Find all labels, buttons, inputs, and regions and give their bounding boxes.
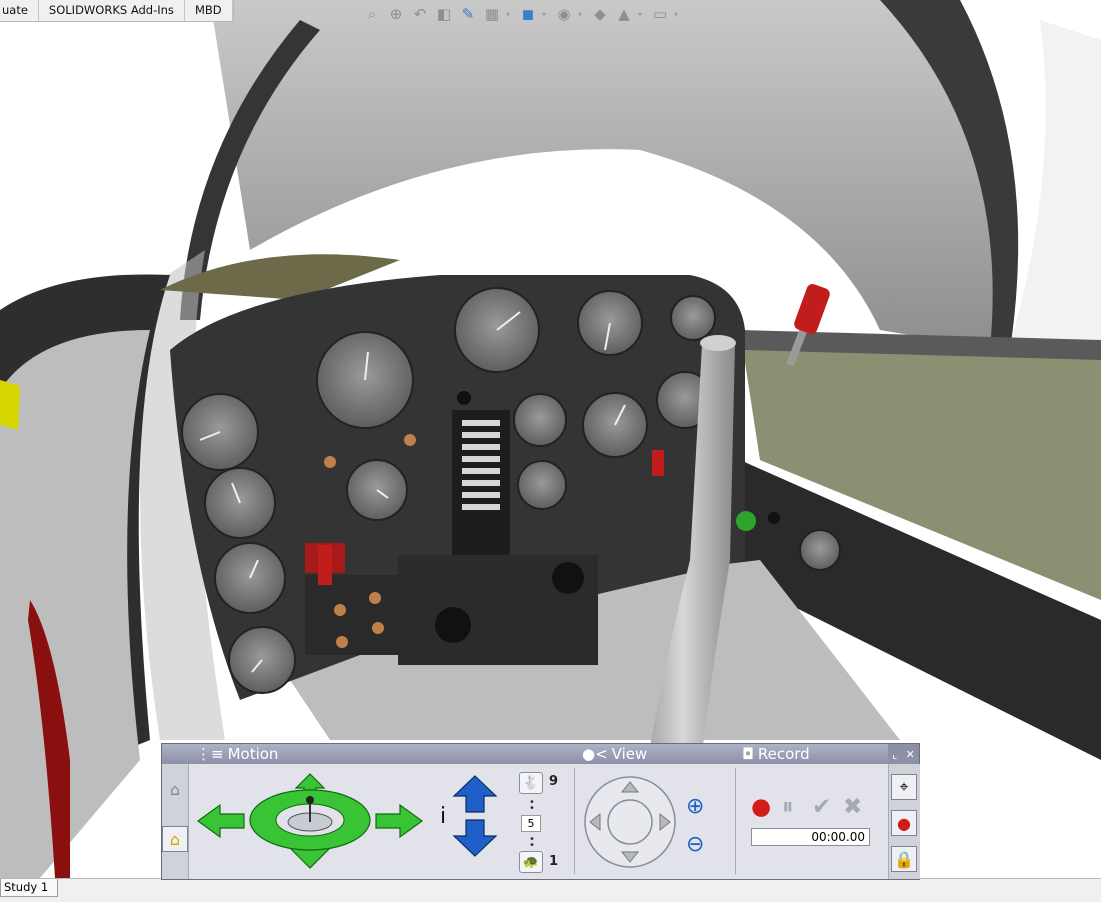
- speed-value-field[interactable]: 5: [521, 815, 541, 832]
- speed-fast-button[interactable]: 🐇: [519, 772, 543, 794]
- separator: [735, 768, 736, 874]
- speed-dots-top: • •: [529, 797, 535, 814]
- motion-section-header: ⋮≡ Motion: [196, 744, 278, 764]
- move-down-arrow-icon[interactable]: [452, 819, 498, 857]
- record-indicator-icon[interactable]: ●: [891, 810, 917, 836]
- view-label: View: [611, 745, 648, 763]
- section-view-icon[interactable]: ◧: [434, 3, 454, 25]
- motion-icon: ⋮≡: [196, 745, 224, 763]
- tab-mbd[interactable]: MBD: [185, 0, 233, 21]
- walk-through-panel: ⋮≡ Motion ●< View ◘ Record ⌞ ✕ ⌂ ⌂ i 🐇 9…: [161, 743, 920, 880]
- left-tool-strip: ⌂ ⌂: [162, 764, 189, 879]
- display-style-icon[interactable]: ◼: [518, 3, 538, 25]
- lock-icon[interactable]: 🔒: [891, 846, 917, 872]
- rabbit-icon: 🐇: [522, 775, 540, 791]
- motion-controls: [196, 773, 424, 869]
- record-icon: ◘: [742, 745, 754, 763]
- elevation-controls: [452, 775, 498, 857]
- view-orientation-icon[interactable]: ▦: [482, 3, 502, 25]
- hide-show-items-icon[interactable]: ◉: [554, 3, 574, 25]
- zoom-area-icon[interactable]: ⊕: [386, 3, 406, 25]
- turn-left-arrow-icon[interactable]: [196, 803, 245, 839]
- chevron-down-icon[interactable]: ▾: [578, 10, 582, 19]
- accept-button[interactable]: ✔: [812, 794, 831, 820]
- tab-evaluate[interactable]: uate: [0, 0, 39, 21]
- right-tool-strip: ⌖ ● 🔒: [888, 764, 920, 879]
- chevron-down-icon[interactable]: ▾: [506, 10, 510, 19]
- panel-body: ⌂ ⌂ i 🐇 9 • • 5 • • 🐢 1 ⊕ ⊖ ● ⏸ ✔ ✖ 00:0…: [162, 764, 888, 879]
- turn-right-arrow-icon[interactable]: [375, 803, 424, 839]
- record-button[interactable]: ●: [751, 794, 771, 820]
- move-up-arrow-icon[interactable]: [452, 775, 498, 813]
- zoom-out-icon[interactable]: ⊖: [686, 832, 704, 857]
- speed-dots-bottom: • •: [529, 834, 535, 851]
- dynamic-annotation-icon[interactable]: ✎: [458, 3, 478, 25]
- speed-slow-button[interactable]: 🐢: [519, 851, 543, 873]
- command-manager-tabs: uate SOLIDWORKS Add-Ins MBD: [0, 0, 234, 22]
- view-icon: ●<: [582, 745, 608, 763]
- tab-study-1[interactable]: Study 1: [0, 879, 58, 897]
- chevron-down-icon[interactable]: ▾: [638, 10, 642, 19]
- cancel-button[interactable]: ✖: [843, 794, 862, 820]
- close-icon[interactable]: ✕: [906, 748, 915, 761]
- target-icon[interactable]: ⌖: [891, 774, 917, 800]
- speed-min-label: 1: [549, 854, 559, 869]
- record-section-header: ◘ Record: [742, 744, 810, 764]
- view-direction-pad[interactable]: [582, 774, 678, 870]
- dock-icon[interactable]: ⌞: [892, 748, 897, 761]
- record-label: Record: [757, 745, 810, 763]
- set-home-icon[interactable]: ⌂: [162, 826, 188, 852]
- person-height-icon: i: [440, 804, 447, 829]
- zoom-to-fit-icon[interactable]: ⌕: [362, 3, 382, 25]
- chevron-down-icon[interactable]: ▾: [674, 10, 678, 19]
- turtle-icon: 🐢: [522, 854, 540, 870]
- separator: [574, 768, 575, 874]
- previous-view-icon[interactable]: ↶: [410, 3, 430, 25]
- chevron-down-icon[interactable]: ▾: [542, 10, 546, 19]
- bottom-tab-bar: Study 1: [0, 878, 1101, 902]
- record-timer: 00:00.00: [751, 828, 870, 846]
- panel-header: ⋮≡ Motion ●< View ◘ Record: [162, 744, 888, 764]
- motion-label: Motion: [227, 745, 279, 763]
- edit-appearance-icon[interactable]: ◆: [590, 3, 610, 25]
- tab-solidworks-add-ins[interactable]: SOLIDWORKS Add-Ins: [39, 0, 185, 21]
- panel-window-buttons: ⌞ ✕: [888, 744, 919, 764]
- view-section-header: ●< View: [582, 744, 647, 764]
- home-icon[interactable]: ⌂: [162, 776, 188, 802]
- pause-button[interactable]: ⏸: [782, 794, 794, 820]
- zoom-in-icon[interactable]: ⊕: [686, 794, 704, 819]
- view-settings-icon[interactable]: ▭: [650, 3, 670, 25]
- rotate-ring-icon[interactable]: [249, 789, 371, 851]
- apply-scene-icon[interactable]: ▲: [614, 3, 634, 25]
- heads-up-view-toolbar: ⌕ ⊕ ↶ ◧ ✎ ▦ ▾ ◼ ▾ ◉ ▾ ◆ ▲ ▾ ▭ ▾: [362, 2, 682, 26]
- speed-max-label: 9: [549, 774, 559, 789]
